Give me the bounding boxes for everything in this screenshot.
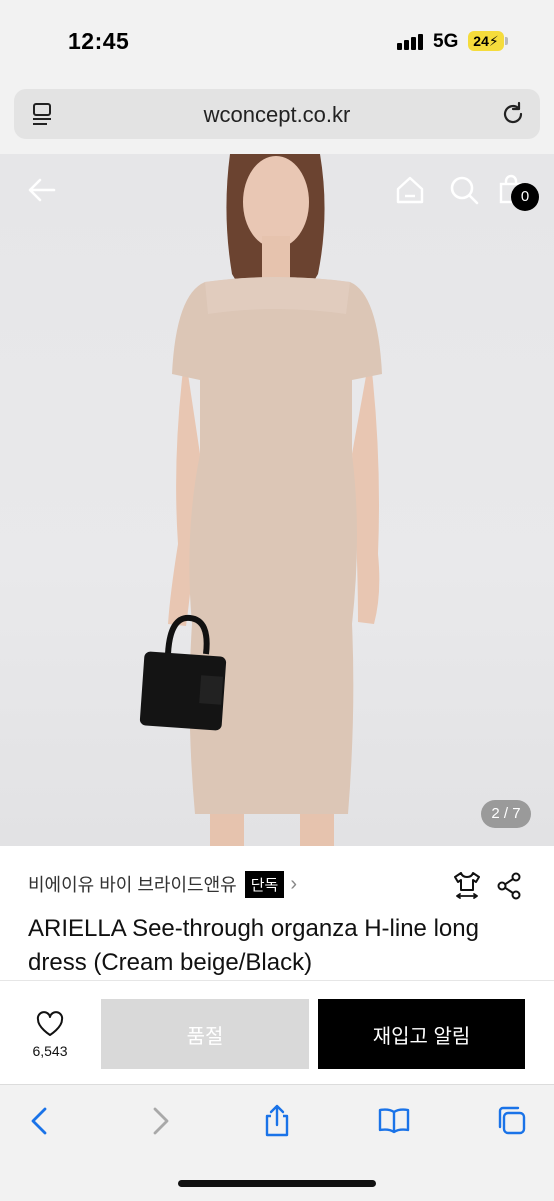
- brand-name[interactable]: 비에이유 바이 브라이드앤유: [28, 871, 237, 897]
- restock-alert-button[interactable]: 재입고 알림: [318, 999, 525, 1069]
- reload-icon[interactable]: [500, 101, 526, 127]
- image-page-indicator: 2 / 7: [481, 800, 531, 828]
- home-indicator: [178, 1180, 376, 1187]
- chevron-right-icon[interactable]: ›: [290, 873, 297, 896]
- battery-icon: 24⚡: [468, 31, 504, 51]
- product-info: 비에이유 바이 브라이드앤유 단독 › ARIELLA See-through …: [0, 846, 554, 980]
- product-photo: [139, 154, 382, 846]
- like-button[interactable]: 6,543: [28, 1011, 72, 1059]
- battery-level: 24: [473, 33, 489, 49]
- product-image-gallery[interactable]: 0 2 / 7: [0, 154, 554, 846]
- search-icon[interactable]: [448, 174, 480, 206]
- back-icon[interactable]: [22, 1103, 58, 1139]
- url-text[interactable]: wconcept.co.kr: [14, 102, 540, 128]
- signal-icon: [397, 34, 427, 50]
- browser-address-area: wconcept.co.kr: [0, 80, 554, 154]
- home-icon[interactable]: [394, 174, 426, 206]
- product-title: ARIELLA See-through organza H-line long …: [28, 915, 479, 976]
- address-bar[interactable]: wconcept.co.kr: [14, 89, 540, 139]
- back-arrow-icon[interactable]: [26, 174, 58, 206]
- heart-icon[interactable]: [36, 1011, 64, 1037]
- share-sheet-icon[interactable]: [259, 1103, 295, 1139]
- exclusive-badge: 단독: [244, 870, 285, 898]
- bag-count-badge[interactable]: 0: [511, 183, 539, 211]
- status-bar: 12:45 5G 24⚡: [0, 0, 554, 80]
- forward-icon[interactable]: [142, 1103, 178, 1139]
- purchase-bar: 6,543 품절 재입고 알림: [0, 980, 554, 1085]
- brand-link[interactable]: 비에이유 바이 브라이드앤유 단독 ›: [28, 870, 297, 898]
- sold-out-button: 품절: [101, 999, 309, 1069]
- share-icon[interactable]: [496, 872, 522, 900]
- like-count: 6,543: [32, 1043, 68, 1059]
- bookmarks-icon[interactable]: [376, 1103, 412, 1139]
- network-type: 5G: [433, 31, 459, 52]
- size-guide-icon[interactable]: [452, 870, 482, 900]
- battery-tip: [505, 37, 508, 45]
- status-time: 12:45: [68, 28, 130, 54]
- tabs-icon[interactable]: [494, 1103, 530, 1139]
